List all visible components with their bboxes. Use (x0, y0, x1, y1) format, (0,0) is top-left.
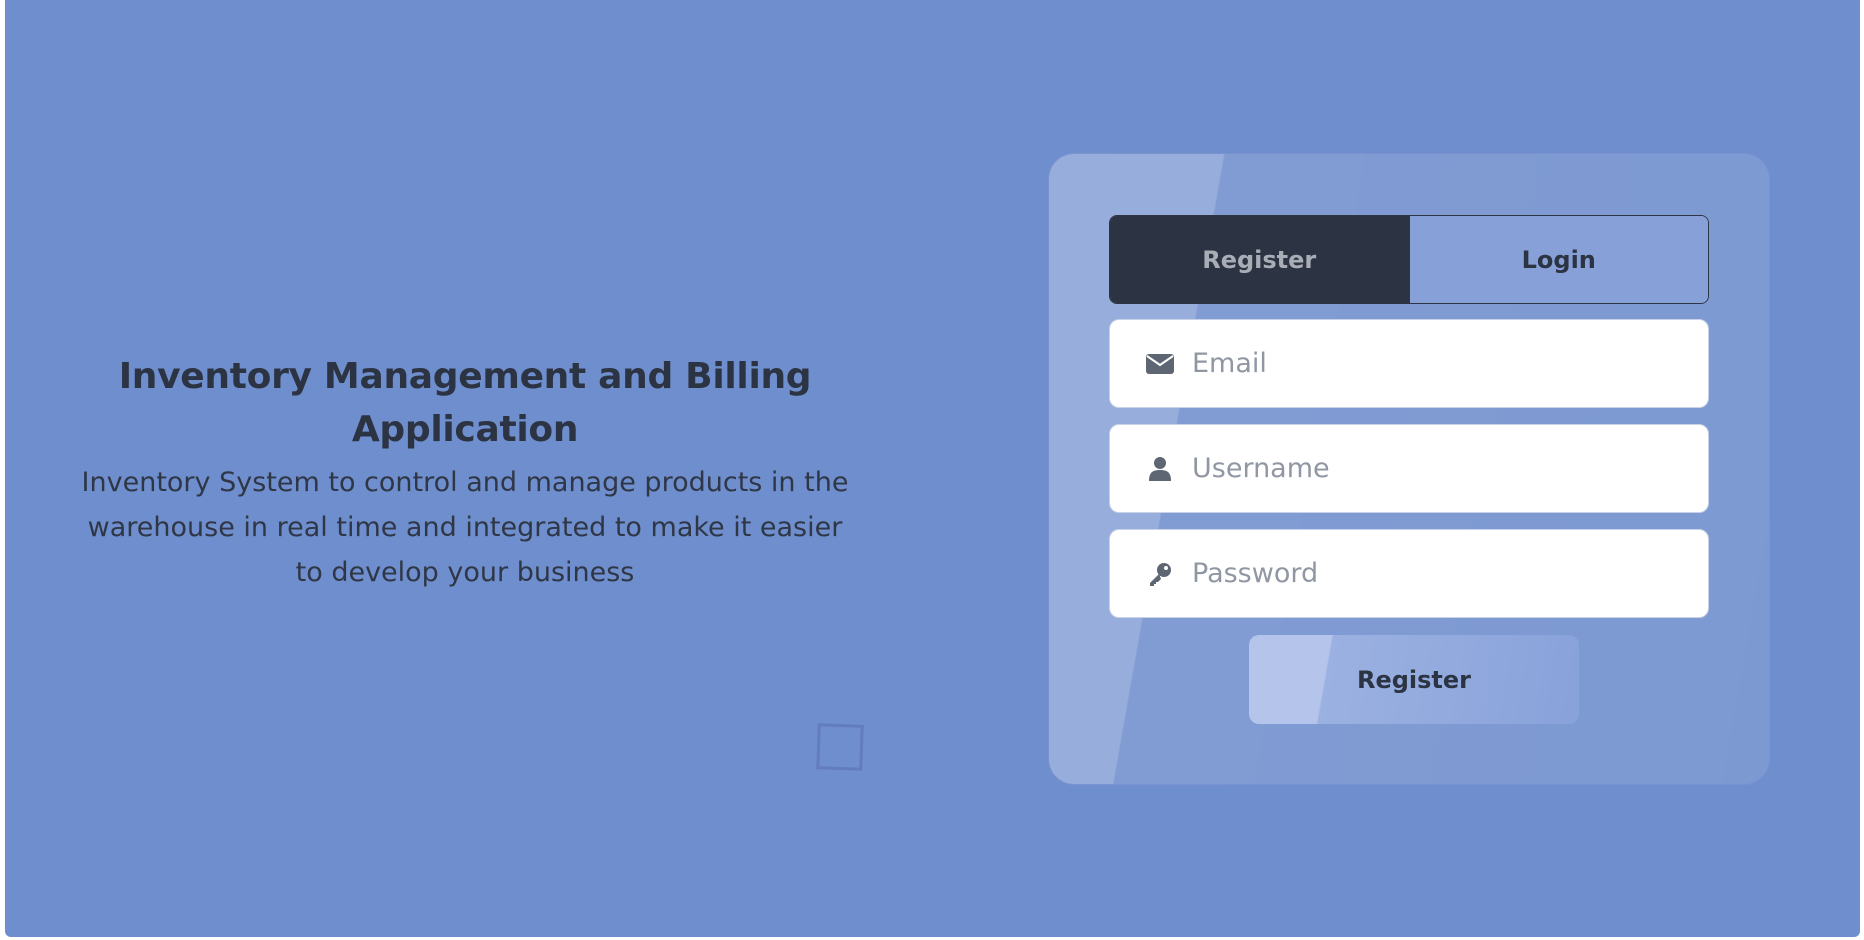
auth-tabs: Register Login (1109, 215, 1709, 304)
user-icon (1140, 456, 1180, 481)
page-title: Inventory Management and Billing Applica… (118, 356, 812, 450)
tab-login[interactable]: Login (1408, 216, 1708, 303)
email-field[interactable] (1109, 319, 1709, 408)
auth-card: Register Login Email Username Register (1048, 153, 1770, 785)
tab-register[interactable]: Register (1110, 216, 1409, 303)
email-input[interactable] (1190, 347, 1674, 380)
password-input[interactable] (1190, 557, 1674, 590)
hero-section: Inventory Management and Billing Applica… (75, 350, 855, 595)
page-background: Inventory Management and Billing Applica… (5, 0, 1860, 937)
username-input[interactable] (1190, 452, 1674, 485)
register-button[interactable]: Register (1249, 635, 1579, 724)
page-description: Inventory System to control and manage p… (81, 467, 849, 588)
decorative-square (816, 723, 864, 771)
envelope-icon (1140, 353, 1180, 374)
password-field[interactable] (1109, 529, 1709, 618)
username-field[interactable] (1109, 424, 1709, 513)
key-icon (1140, 562, 1180, 586)
